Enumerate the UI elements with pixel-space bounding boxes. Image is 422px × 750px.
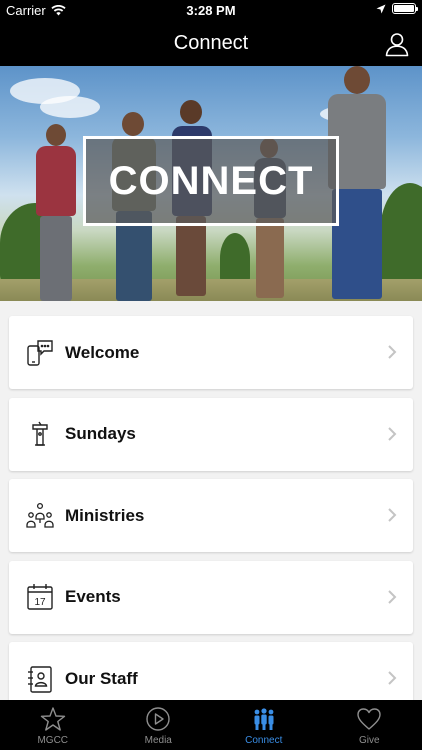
chevron-right-icon [388,426,397,441]
connect-menu: Welcome Sundays Ministries 17 Events Our… [9,316,413,724]
location-arrow-icon [376,4,386,13]
play-icon [146,707,170,731]
calendar-icon: 17 [25,582,55,612]
welcome-chat-icon [25,338,55,368]
chevron-right-icon [388,589,397,604]
hero-title-box: CONNECT [83,136,339,226]
hero-banner: CONNECT [0,66,422,301]
podium-icon [25,419,55,449]
menu-item-sundays[interactable]: Sundays [9,397,413,471]
contact-book-icon [25,664,55,694]
person-icon[interactable] [384,31,410,57]
hero-title: CONNECT [108,158,314,203]
people-group-icon [25,501,55,531]
menu-item-label: Sundays [65,424,136,443]
tab-label: Connect [245,735,283,746]
tab-give[interactable]: Give [317,700,422,750]
menu-item-label: Ministries [65,505,145,525]
navigation-bar: Connect [0,22,422,66]
page-title: Connect [173,32,249,54]
tab-bar: MGCC Media Connect Give [0,700,422,750]
chevron-right-icon [388,671,397,685]
menu-item-label: Welcome [65,342,140,362]
calendar-day-text: 17 [34,597,46,608]
menu-item-ministries[interactable]: Ministries [9,479,413,552]
menu-item-label: Our Staff [65,668,138,688]
menu-item-events[interactable]: 17 Events [9,560,413,634]
chevron-right-icon [388,345,397,359]
chevron-right-icon [388,508,397,522]
status-time: 3:28 PM [186,3,236,18]
tab-connect[interactable]: Connect [211,700,317,750]
tab-label: MGCC [37,735,69,746]
star-icon [40,707,65,731]
tab-label: Media [144,735,172,746]
tab-media[interactable]: Media [106,700,212,750]
heart-icon [357,708,381,730]
menu-item-label: Events [65,587,121,606]
tab-mgcc[interactable]: MGCC [0,700,106,750]
tab-label: Give [358,735,380,746]
menu-item-welcome[interactable]: Welcome [9,316,413,389]
status-bar: Carrier 3:28 PM [0,0,422,22]
group-icon [254,708,274,730]
battery-icon [392,3,418,14]
